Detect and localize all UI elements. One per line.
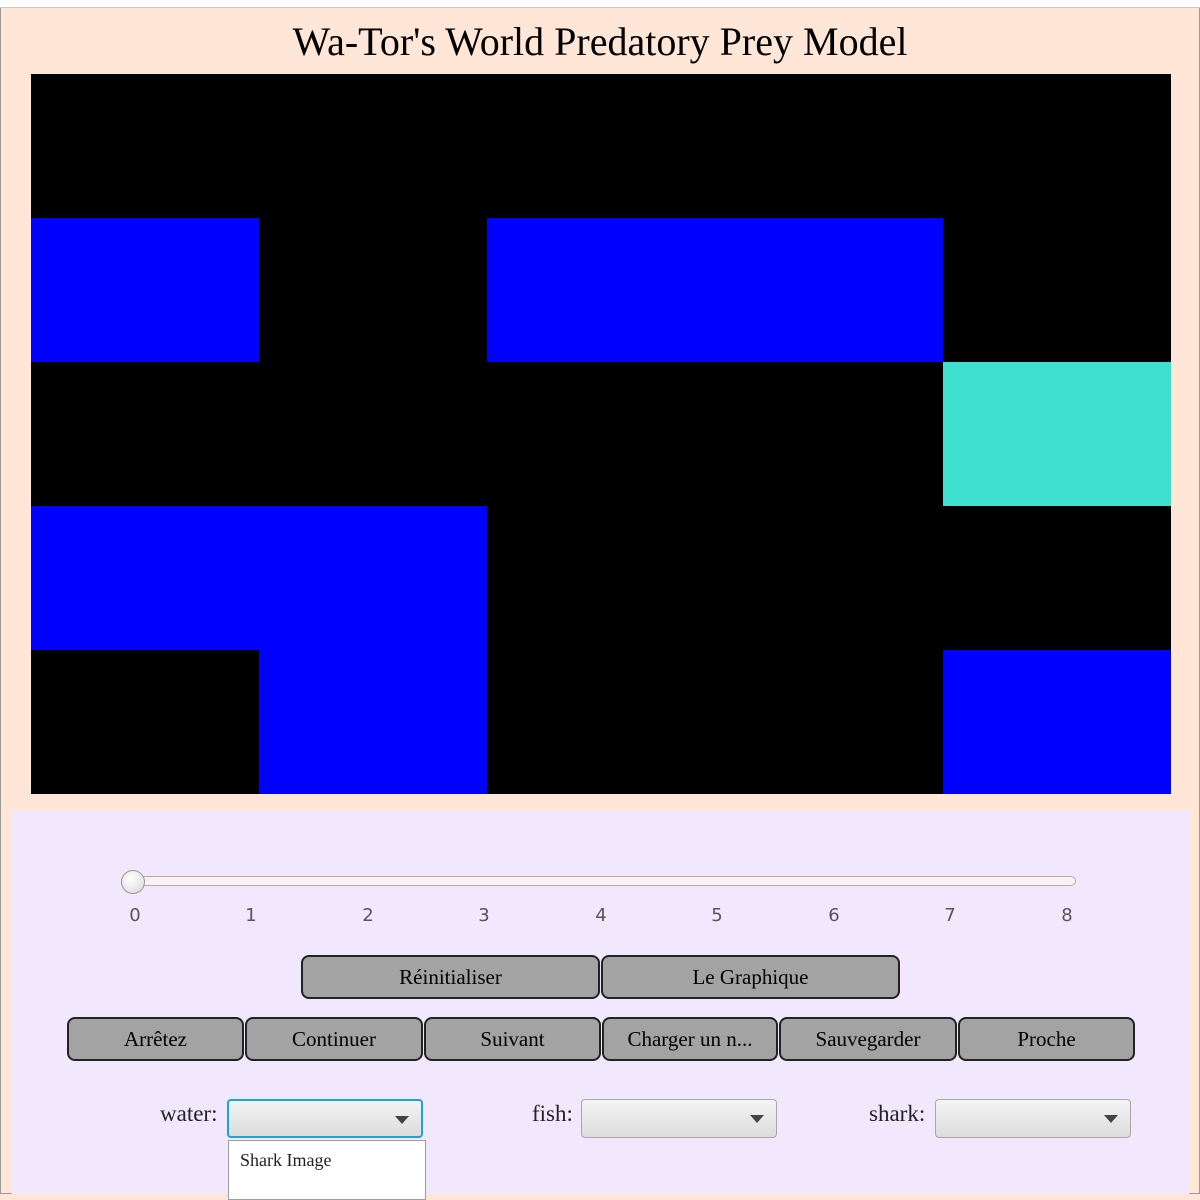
shark-label: shark: xyxy=(869,1101,926,1126)
grid-cell-water xyxy=(715,74,943,218)
grid-cell-water xyxy=(31,650,259,794)
grid-cell-water xyxy=(487,506,715,650)
next-button[interactable]: Suivant xyxy=(424,1017,601,1061)
save-button[interactable]: Sauvegarder xyxy=(779,1017,957,1061)
water-dropdown-list: Shark Image xyxy=(228,1140,426,1200)
load-button[interactable]: Charger un n... xyxy=(602,1017,778,1061)
simulation-grid xyxy=(31,74,1171,794)
slider-tick-label: 5 xyxy=(711,905,723,926)
grid-cell-water xyxy=(259,218,487,362)
grid-cell-water xyxy=(487,362,715,506)
stop-button[interactable]: Arrêtez xyxy=(67,1017,244,1061)
slider-tick-label: 0 xyxy=(129,905,141,926)
graph-button[interactable]: Le Graphique xyxy=(601,955,900,999)
close-button[interactable]: Proche xyxy=(958,1017,1135,1061)
grid-cell-water xyxy=(943,506,1171,650)
grid-cell-fish xyxy=(943,650,1171,794)
grid-cell-water xyxy=(487,650,715,794)
grid-cell-fish xyxy=(259,506,487,650)
chevron-down-icon xyxy=(395,1116,409,1124)
grid-cell-fish xyxy=(715,218,943,362)
chevron-down-icon xyxy=(750,1115,764,1123)
slider-tick-label: 3 xyxy=(478,905,490,926)
page-title: Wa-Tor's World Predatory Prey Model xyxy=(292,19,908,64)
grid-cell-water xyxy=(943,218,1171,362)
grid-cell-water xyxy=(943,74,1171,218)
shark-image-select[interactable] xyxy=(935,1099,1131,1138)
grid-cell-water xyxy=(715,650,943,794)
grid-cell-water xyxy=(487,74,715,218)
fish-label: fish: xyxy=(532,1101,573,1126)
fish-image-select[interactable] xyxy=(581,1099,777,1138)
title-bar-strip xyxy=(0,0,1200,8)
grid-cell-shark xyxy=(943,362,1171,506)
grid-cell-water xyxy=(715,362,943,506)
slider-tick-label: 4 xyxy=(595,905,607,926)
water-label: water: xyxy=(160,1101,218,1126)
slider-tick-label: 8 xyxy=(1061,905,1073,926)
slider-tick-label: 6 xyxy=(828,905,840,926)
slider-thumb[interactable] xyxy=(121,870,145,894)
grid-cell-fish xyxy=(487,218,715,362)
grid-cell-water xyxy=(31,74,259,218)
grid-cell-water xyxy=(31,362,259,506)
grid-cell-water xyxy=(715,506,943,650)
grid-cell-water xyxy=(259,74,487,218)
slider-tick-label: 1 xyxy=(245,905,257,926)
chevron-down-icon xyxy=(1104,1115,1118,1123)
grid-cell-water xyxy=(259,362,487,506)
dropdown-option-shark-image[interactable]: Shark Image xyxy=(240,1150,331,1171)
slider-tick-label: 2 xyxy=(362,905,374,926)
grid-cell-fish xyxy=(259,650,487,794)
reset-button[interactable]: Réinitialiser xyxy=(301,955,600,999)
slider-tick-label: 7 xyxy=(944,905,956,926)
grid-cell-fish xyxy=(31,506,259,650)
grid-cell-fish xyxy=(31,218,259,362)
water-image-select[interactable] xyxy=(227,1099,423,1138)
continue-button[interactable]: Continuer xyxy=(245,1017,423,1061)
speed-slider[interactable] xyxy=(134,876,1076,886)
